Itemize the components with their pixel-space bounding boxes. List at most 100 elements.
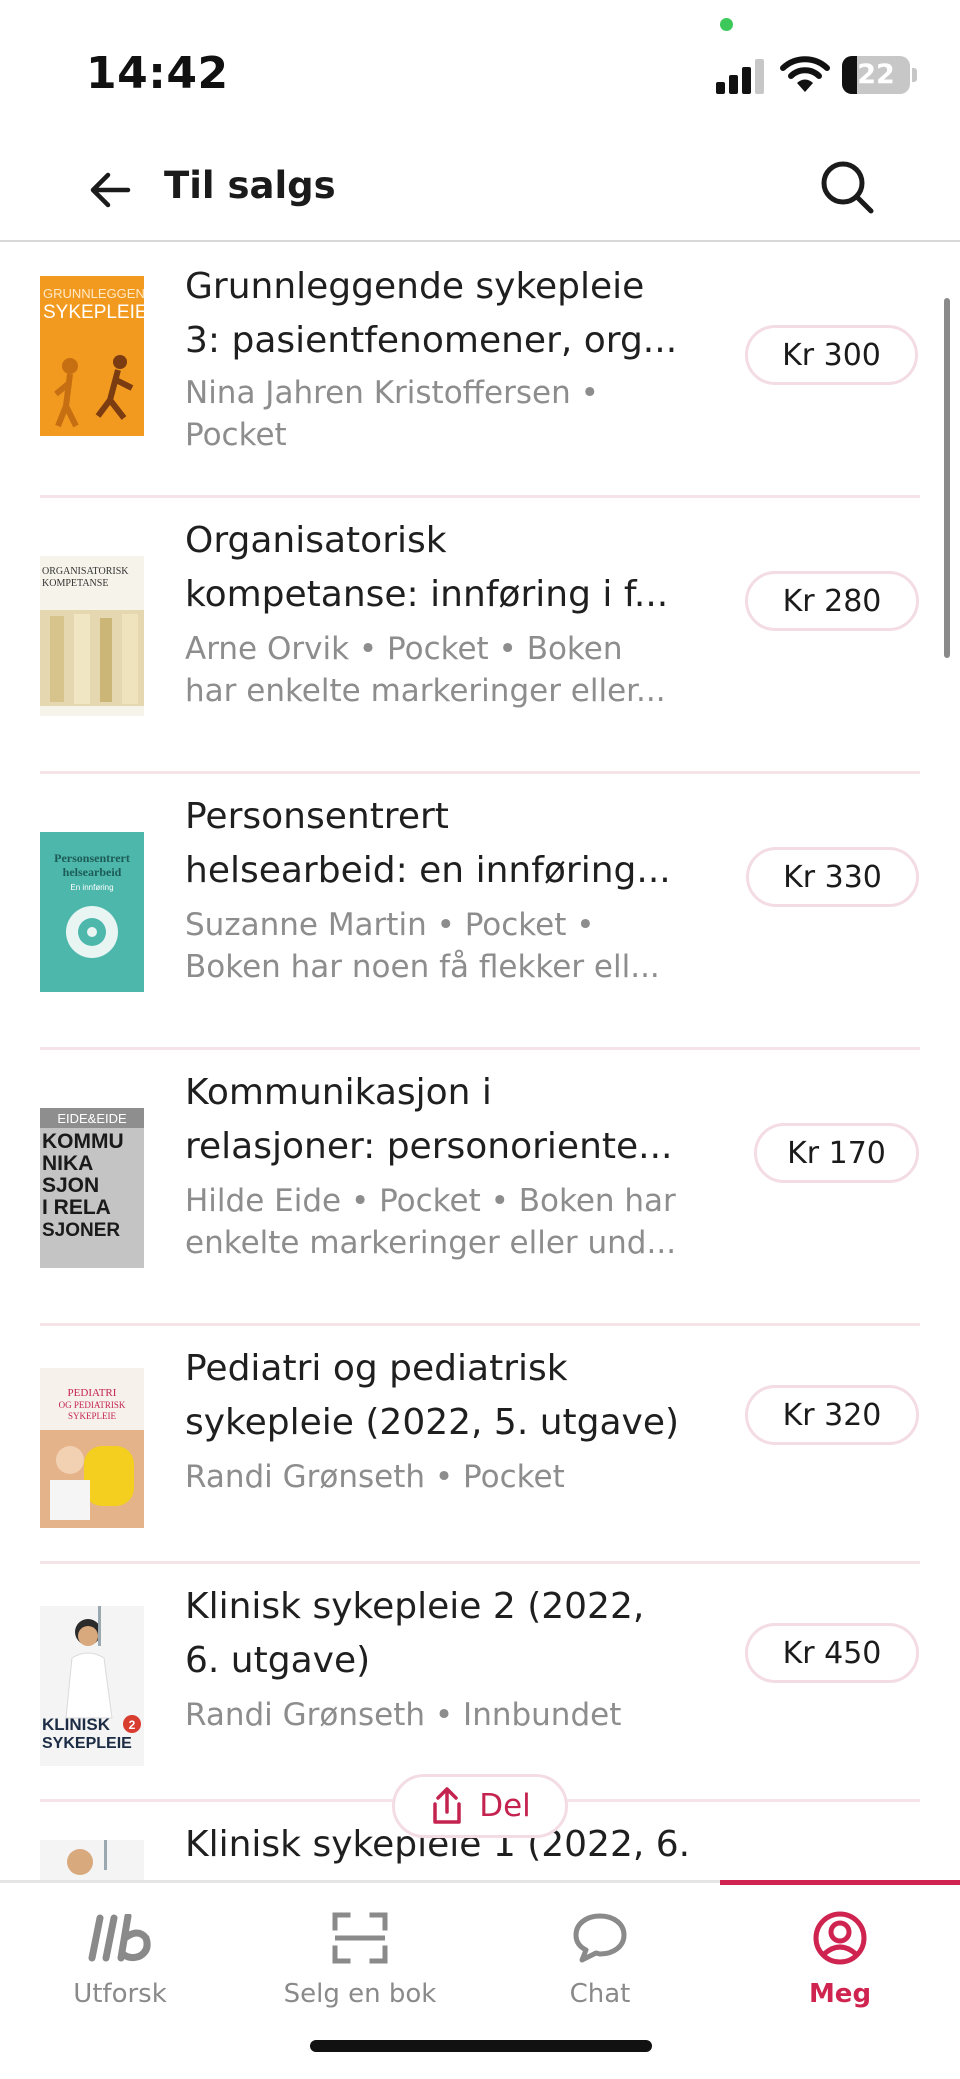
tab-meg[interactable]: Meg bbox=[720, 1883, 960, 2013]
share-button[interactable]: Del bbox=[392, 1774, 568, 1838]
book-title-line: 6. utgave) bbox=[185, 1640, 371, 1681]
cover-title-2: SYKEPLEIE bbox=[43, 302, 144, 323]
tab-selg-en-bok[interactable]: Selg en bok bbox=[240, 1883, 480, 2013]
book-cover-art bbox=[40, 1840, 144, 1880]
cover-title-3: SYKEPLEIE bbox=[68, 1411, 116, 1421]
battery-icon: 22 bbox=[842, 56, 910, 94]
book-title-line: Pediatri og pediatrisk bbox=[185, 1348, 568, 1389]
book-title-line: sykepleie (2022, 5. utgave) bbox=[185, 1402, 680, 1443]
book-title: Organisatorisk kompetanse: innføring i f… bbox=[185, 514, 730, 622]
home-indicator bbox=[310, 2040, 652, 2052]
tab-chat[interactable]: Chat bbox=[480, 1883, 720, 2013]
tab-label: Utforsk bbox=[73, 1979, 167, 2009]
battery-cap bbox=[912, 68, 917, 82]
book-cover: GRUNNLEGGENDE SYKEPLEIE bbox=[40, 276, 144, 436]
search-button[interactable] bbox=[814, 154, 880, 220]
book-meta: Nina Jahren Kristoffersen • Pocket bbox=[185, 372, 730, 456]
book-meta-line: har enkelte markeringer eller... bbox=[185, 673, 666, 709]
book-meta: Suzanne Martin • Pocket • Boken har noen… bbox=[185, 904, 730, 988]
book-meta: Randi Grønseth • Innbundet bbox=[185, 1694, 730, 1736]
book-title-line: Personsentrert bbox=[185, 796, 449, 837]
cellular-signal-icon bbox=[716, 58, 768, 94]
book-title: Kommunikasjon i relasjoner: personorient… bbox=[185, 1066, 730, 1174]
book-cover: ORGANISATORISK KOMPETANSE bbox=[40, 556, 144, 716]
cover-title-1: KOMMU bbox=[42, 1130, 124, 1153]
cover-title-2: SYKEPLEIE bbox=[42, 1735, 132, 1752]
cover-title-1: GRUNNLEGGENDE bbox=[43, 286, 144, 301]
cover-title-2: KOMPETANSE bbox=[42, 578, 108, 589]
list-item[interactable]: PEDIATRI OG PEDIATRISK SYKEPLEIE Pediatr… bbox=[40, 1326, 920, 1564]
list-item[interactable]: EIDE&EIDE KOMMU NIKA SJON I RELA SJONER … bbox=[40, 1050, 920, 1326]
share-label: Del bbox=[479, 1788, 531, 1824]
page-title: Til salgs bbox=[164, 164, 336, 207]
status-bar: 14:42 22 bbox=[0, 0, 960, 130]
cover-title-4: I RELA bbox=[42, 1196, 111, 1219]
book-cover: PEDIATRI OG PEDIATRISK SYKEPLEIE bbox=[40, 1368, 144, 1528]
book-meta: Arne Orvik • Pocket • Boken har enkelte … bbox=[185, 628, 730, 712]
book-title-line: Organisatorisk bbox=[185, 520, 447, 561]
book-cover-art: ORGANISATORISK KOMPETANSE bbox=[40, 556, 144, 716]
book-cover: EIDE&EIDE KOMMU NIKA SJON I RELA SJONER bbox=[40, 1108, 144, 1268]
status-time: 14:42 bbox=[86, 48, 229, 99]
chat-bubble-icon bbox=[573, 1913, 627, 1963]
book-cover-art: GRUNNLEGGENDE SYKEPLEIE bbox=[40, 276, 144, 436]
book-title-line: 3: pasientfenomener, org... bbox=[185, 320, 678, 361]
price-badge[interactable]: Kr 170 bbox=[754, 1123, 919, 1183]
book-meta-line: Pocket bbox=[185, 417, 287, 453]
book-cover: Personsentrert helsearbeid En innføring bbox=[40, 832, 144, 992]
cover-title-1: PEDIATRI bbox=[68, 1387, 117, 1399]
price-badge[interactable]: Kr 300 bbox=[745, 325, 918, 385]
book-title: Personsentrert helsearbeid: en innføring… bbox=[185, 790, 730, 898]
list-item[interactable]: GRUNNLEGGENDE SYKEPLEIE Grunnleggende sy… bbox=[40, 244, 920, 498]
book-title: Pediatri og pediatrisk sykepleie (2022, … bbox=[185, 1342, 730, 1450]
cover-title-1: ORGANISATORISK bbox=[42, 566, 129, 577]
cover-title-2: helsearbeid bbox=[63, 865, 122, 879]
profile-icon bbox=[813, 1911, 867, 1965]
cover-title-2: OG PEDIATRISK bbox=[59, 1400, 126, 1410]
cover-title-3: SJON bbox=[42, 1174, 99, 1197]
search-icon bbox=[821, 161, 874, 214]
tab-label: Meg bbox=[808, 1979, 872, 2009]
book-title-line: kompetanse: innføring i f... bbox=[185, 574, 669, 615]
book-meta: Randi Grønseth • Pocket bbox=[185, 1456, 730, 1498]
back-button[interactable] bbox=[80, 160, 140, 220]
list-item[interactable]: KLINISK 2 SYKEPLEIE Klinisk sykepleie 2 … bbox=[40, 1564, 920, 1802]
list-item[interactable]: Personsentrert helsearbeid En innføring … bbox=[40, 774, 920, 1050]
wifi-icon bbox=[780, 56, 830, 92]
book-meta-line: enkelte markeringer eller und... bbox=[185, 1225, 677, 1261]
book-meta-line: Arne Orvik • Pocket • Boken bbox=[185, 631, 623, 667]
price-badge[interactable]: Kr 320 bbox=[745, 1385, 919, 1445]
book-meta-line: Boken har noen få flekker ell... bbox=[185, 949, 660, 985]
tab-utforsk[interactable]: Utforsk bbox=[0, 1883, 240, 2013]
book-meta-line: Hilde Eide • Pocket • Boken har bbox=[185, 1183, 676, 1219]
book-title: Grunnleggende sykepleie 3: pasientfenome… bbox=[185, 260, 730, 368]
book-cover bbox=[40, 1840, 144, 1880]
price-badge[interactable]: Kr 450 bbox=[745, 1623, 919, 1683]
tab-label: Selg en bok bbox=[283, 1979, 437, 2009]
scrollbar[interactable] bbox=[944, 298, 950, 658]
book-meta-line: Suzanne Martin • Pocket • bbox=[185, 907, 595, 943]
listing-list[interactable]: GRUNNLEGGENDE SYKEPLEIE Grunnleggende sy… bbox=[0, 244, 960, 1880]
cover-author: EIDE&EIDE bbox=[57, 1111, 127, 1126]
camera-indicator-dot bbox=[720, 18, 733, 31]
book-cover-art: KLINISK 2 SYKEPLEIE bbox=[40, 1606, 144, 1766]
tab-label: Chat bbox=[569, 1979, 631, 2009]
book-meta-line: Randi Grønseth • Innbundet bbox=[185, 1697, 622, 1733]
price-badge[interactable]: Kr 330 bbox=[746, 847, 919, 907]
arrow-left-icon bbox=[90, 172, 131, 208]
cover-title-1: Personsentrert bbox=[54, 851, 130, 865]
battery-percent: 22 bbox=[857, 59, 895, 90]
top-app-bar: Til salgs bbox=[0, 130, 960, 242]
cover-title-5: SJONER bbox=[42, 1220, 120, 1241]
book-cover-art: Personsentrert helsearbeid En innføring bbox=[40, 832, 144, 992]
share-icon bbox=[433, 1787, 461, 1824]
book-title-line: Grunnleggende sykepleie bbox=[185, 266, 645, 307]
cover-volume-badge: 2 bbox=[129, 1718, 136, 1732]
cover-title-3: En innføring bbox=[70, 883, 113, 892]
book-title-line: helsearbeid: en innføring... bbox=[185, 850, 671, 891]
list-item[interactable]: ORGANISATORISK KOMPETANSE Organisatorisk… bbox=[40, 498, 920, 774]
cover-title-1: KLINISK bbox=[42, 1715, 111, 1734]
price-badge[interactable]: Kr 280 bbox=[745, 571, 919, 631]
book-title-line: Klinisk sykepleie 2 (2022, bbox=[185, 1586, 645, 1627]
book-cover-art: PEDIATRI OG PEDIATRISK SYKEPLEIE bbox=[40, 1368, 144, 1528]
